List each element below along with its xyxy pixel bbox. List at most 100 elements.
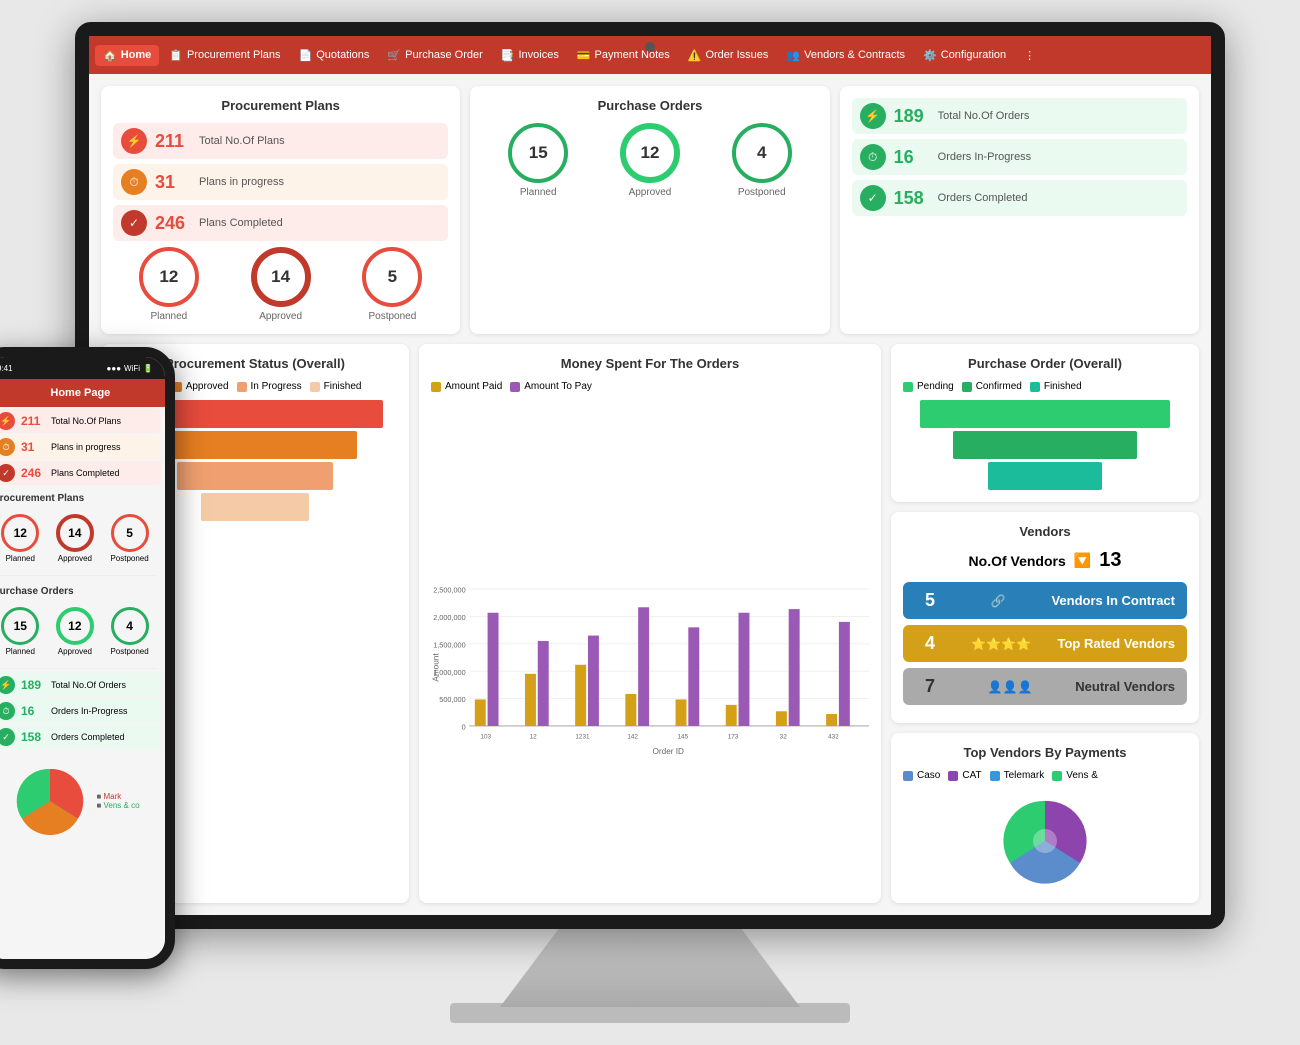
nav-vendors[interactable]: 👥 Vendors & Contracts	[778, 45, 913, 66]
circle-postponed-po[interactable]: 4 Postponed	[732, 123, 792, 198]
phone-plans-progress-row[interactable]: ⏱ 31 Plans in progress	[0, 435, 161, 459]
top-vendors-legend: Caso CAT Telemark	[903, 770, 1187, 781]
svg-text:500,000: 500,000	[439, 695, 465, 704]
nav-payment-notes[interactable]: 💳 Payment Notes	[569, 45, 678, 66]
total-orders-row[interactable]: ⚡ 189 Total No.Of Orders	[852, 98, 1187, 134]
phone-circle-planned[interactable]: 12 Planned	[1, 514, 39, 563]
circle-planned-po[interactable]: 15 Planned	[508, 123, 568, 198]
nav-order-issues[interactable]: ⚠️ Order Issues	[680, 45, 777, 66]
svg-text:173: 173	[728, 734, 739, 741]
phone-circle-planned-po[interactable]: 15 Planned	[1, 607, 39, 656]
phone-orders-progress-row[interactable]: ⏱ 16 Orders In-Progress	[0, 699, 161, 723]
phone-orders-completed-row[interactable]: ✓ 158 Orders Completed	[0, 725, 161, 749]
total-plans-icon: ⚡	[121, 128, 147, 154]
dashboard: Procurement Plans ⚡ 211 Total No.Of Plan…	[89, 74, 1211, 915]
total-plans-label: Total No.Of Plans	[199, 135, 285, 147]
purchase-orders-card: Purchase Orders 15 Planned 12	[470, 86, 829, 334]
phone-circle-approved-ring: 14	[56, 514, 94, 552]
payment-notes-icon: 💳	[577, 49, 591, 62]
total-plans-row[interactable]: ⚡ 211 Total No.Of Plans	[113, 123, 448, 159]
phone-circle-approved-po[interactable]: 12 Approved	[56, 607, 94, 656]
purchase-orders-stats-card: ⚡ 189 Total No.Of Orders ⏱ 16 Orders In-…	[840, 86, 1199, 334]
po-overall-legend: Pending Confirmed Finished	[903, 381, 1187, 392]
phone-signal-icon: ●●●	[107, 364, 122, 373]
legend-pending-dot	[903, 382, 913, 392]
nav-more[interactable]: ⋮	[1016, 45, 1043, 66]
orders-progress-icon: ⏱	[860, 144, 886, 170]
svg-text:2,500,000: 2,500,000	[433, 586, 465, 595]
purchase-order-overall-title: Purchase Order (Overall)	[903, 356, 1187, 371]
phone-circles-green: 15 Planned 12 Approved 4	[0, 599, 165, 664]
phone-status-icons: ●●● WiFi 🔋	[107, 364, 153, 373]
svg-text:103: 103	[480, 734, 491, 741]
circle-approved-po[interactable]: 12 Approved	[620, 123, 680, 198]
phone-orders-completed-icon: ✓	[0, 728, 15, 746]
phone-battery-icon: 🔋	[143, 364, 153, 373]
phone-pie-legend: ■ Mark ■ Vens & co	[96, 792, 139, 810]
circle-postponed-proc[interactable]: 5 Postponed	[362, 247, 422, 322]
phone-procurement-plans-title: Procurement Plans	[0, 487, 165, 506]
quotations-icon: 📄	[299, 49, 313, 62]
top-rated-vendors-icon: ⭐⭐⭐⭐	[945, 637, 1058, 651]
phone-total-plans-row[interactable]: ⚡ 211 Total No.Of Plans	[0, 409, 161, 433]
phone-circle-postponed[interactable]: 5 Postponed	[110, 514, 148, 563]
funnel-bar-confirmed	[953, 431, 1138, 459]
phone-plans-progress-label: Plans in progress	[51, 442, 121, 452]
legend-in-progress-dot	[237, 382, 247, 392]
phone-orders-completed-num: 158	[21, 730, 45, 744]
neutral-vendors-row[interactable]: 7 👤👤👤 Neutral Vendors	[903, 668, 1187, 705]
circle-planned-po-ring: 15	[508, 123, 568, 183]
legend-amount-paid-dot	[431, 382, 441, 392]
phone-time: 9:41	[0, 364, 13, 373]
vendors-card: Vendors No.Of Vendors 🔽 13 5 🔗 Vendors I…	[891, 512, 1199, 723]
nav-quotations[interactable]: 📄 Quotations	[291, 45, 378, 66]
total-orders-label: Total No.Of Orders	[938, 110, 1030, 122]
circle-planned-ring: 12	[139, 247, 199, 307]
phone-plans-completed-row[interactable]: ✓ 246 Plans Completed	[0, 461, 161, 485]
purchase-circles: 15 Planned 12 Approved	[482, 123, 817, 198]
legend-in-progress: In Progress	[237, 381, 302, 392]
circle-approved-proc[interactable]: 14 Approved	[251, 247, 311, 322]
circle-planned-proc[interactable]: 12 Planned	[139, 247, 199, 322]
po-overall-funnel	[903, 400, 1187, 490]
monitor-stand	[500, 927, 800, 1007]
money-spent-legend: Amount Paid Amount To Pay	[431, 381, 869, 392]
circle-approved-po-ring: 12	[620, 123, 680, 183]
svg-text:Amount: Amount	[431, 653, 440, 682]
phone-circle-approved[interactable]: 14 Approved	[56, 514, 94, 563]
legend-confirmed-dot	[962, 382, 972, 392]
phone-total-orders-row[interactable]: ⚡ 189 Total No.Of Orders	[0, 673, 161, 697]
phone-plans-completed-num: 246	[21, 466, 45, 480]
phone-status-bar: 9:41 ●●● WiFi 🔋	[0, 357, 165, 379]
phone-total-plans-label: Total No.Of Plans	[51, 416, 121, 426]
nav-procurement-plans[interactable]: 📋 Procurement Plans	[161, 45, 288, 66]
phone-total-orders-num: 189	[21, 678, 45, 692]
nav-purchase-order[interactable]: 🛒 Purchase Order	[379, 45, 490, 66]
phone-circle-postponed-po[interactable]: 4 Postponed	[110, 607, 148, 656]
orders-completed-row[interactable]: ✓ 158 Orders Completed	[852, 180, 1187, 216]
total-orders-number: 189	[894, 106, 930, 127]
orders-progress-row[interactable]: ⏱ 16 Orders In-Progress	[852, 139, 1187, 175]
nav-invoices[interactable]: 📑 Invoices	[493, 45, 567, 66]
neutral-vendors-icon: 👤👤👤	[945, 680, 1075, 694]
nav-home[interactable]: 🏠 Home	[95, 45, 159, 66]
purchase-orders-title: Purchase Orders	[482, 98, 817, 113]
purchase-order-overall-card: Purchase Order (Overall) Pending Confirm…	[891, 344, 1199, 502]
funnel-bar-finished	[201, 493, 309, 521]
vendors-in-contract-row[interactable]: 5 🔗 Vendors In Contract	[903, 582, 1187, 619]
plans-progress-row[interactable]: ⏱ 31 Plans in progress	[113, 164, 448, 200]
purchase-order-icon: 🛒	[387, 49, 401, 62]
nav-configuration[interactable]: ⚙️ Configuration	[915, 45, 1014, 66]
legend-finished-po: Finished	[1030, 381, 1082, 392]
plans-progress-number: 31	[155, 172, 191, 193]
orders-progress-label: Orders In-Progress	[938, 151, 1032, 163]
home-icon: 🏠	[103, 49, 117, 62]
top-vendors-pie-chart	[903, 791, 1187, 891]
top-rated-vendors-row[interactable]: 4 ⭐⭐⭐⭐ Top Rated Vendors	[903, 625, 1187, 662]
legend-approved: Approved	[172, 381, 229, 392]
legend-finished-po-dot	[1030, 382, 1040, 392]
phone-total-plans-num: 211	[21, 414, 45, 428]
vendors-icon: 👥	[786, 49, 800, 62]
phone-circle-planned-po-ring: 15	[1, 607, 39, 645]
plans-completed-row[interactable]: ✓ 246 Plans Completed	[113, 205, 448, 241]
